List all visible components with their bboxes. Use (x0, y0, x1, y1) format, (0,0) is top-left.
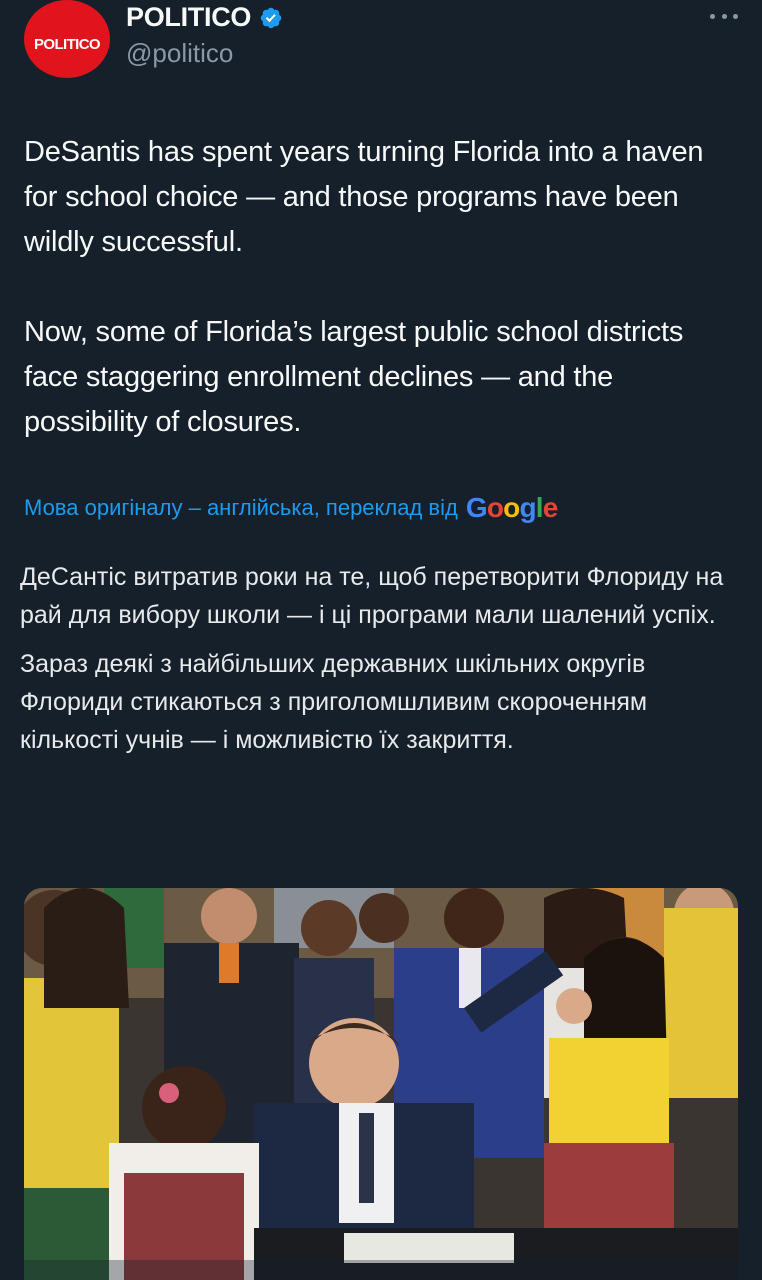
verified-badge-icon (260, 7, 282, 28)
translated-paragraph-2: Зараз деякі з найбільших державних шкіль… (20, 650, 648, 754)
google-logo: Google (465, 492, 558, 523)
translated-text: ДеСантіс витратив роки на те, щоб перетв… (20, 558, 740, 759)
display-name[interactable]: POLITICO (126, 2, 251, 33)
translated-paragraph-1: ДеСантіс витратив роки на те, щоб перетв… (20, 563, 724, 629)
name-row: POLITICO (126, 2, 283, 33)
more-dot (721, 13, 727, 19)
tweet-paragraph-2: Now, some of Florida’s largest public sc… (24, 316, 684, 438)
tweet-paragraph-1: DeSantis has spent years turning Florida… (24, 136, 704, 258)
avatar-logo-text: POLITICO (33, 35, 101, 53)
photo-illustration (24, 888, 738, 1280)
avatar[interactable]: POLITICO (24, 0, 110, 78)
translation-attribution[interactable]: Мова оригіналу – англійська, переклад ві… (24, 492, 558, 524)
more-dot (733, 13, 738, 19)
tweet-text: DeSantis has spent years turning Florida… (24, 130, 738, 445)
more-dot (710, 13, 715, 19)
account-handle[interactable]: @politico (126, 38, 233, 69)
translation-label: Мова оригіналу – англійська, переклад ві… (24, 495, 458, 520)
tweet-photo[interactable] (24, 888, 738, 1280)
tweet-header: POLITICO POLITICO @politico (24, 0, 738, 80)
more-options-icon[interactable] (710, 4, 738, 28)
